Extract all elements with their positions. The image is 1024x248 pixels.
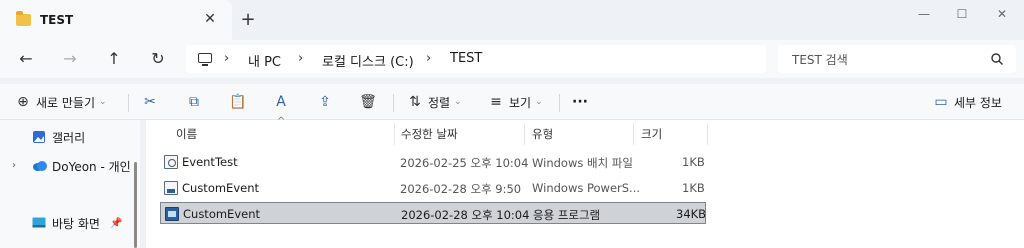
cloud-icon	[33, 161, 47, 171]
expand-chevron-icon[interactable]: ›	[12, 160, 16, 171]
sidebar-item-desktop[interactable]: 바탕 화면 📌	[32, 212, 122, 234]
new-tab-button[interactable]: +	[238, 10, 258, 30]
file-date: 2026-02-25 오후 10:04	[400, 156, 529, 170]
up-button[interactable]: ↑	[102, 48, 126, 70]
new-label: 새로 만들기	[36, 95, 96, 110]
search-icon[interactable]	[990, 52, 1004, 66]
navigation-scrollbar[interactable]	[134, 162, 137, 248]
rename-icon: A	[276, 94, 286, 110]
column-divider[interactable]	[633, 123, 634, 145]
view-label: 보기	[509, 95, 532, 110]
breadcrumb-my-pc[interactable]: 내 PC	[248, 51, 281, 70]
share-button[interactable]: ⇪	[316, 91, 334, 113]
navigation-pane: 갤러리 › DoYeon - 개인 바탕 화면 📌	[0, 120, 140, 248]
sort-icon: ⇅	[409, 94, 421, 110]
sort-button[interactable]: ⇅ 정렬 ⌄	[406, 91, 462, 113]
sidebar-item-label: 바탕 화면	[52, 216, 100, 231]
powershell-file-icon	[164, 181, 178, 195]
copy-icon: ⧉	[189, 94, 199, 110]
sidebar-item-label: 갤러리	[52, 130, 86, 145]
search-placeholder: TEST 검색	[792, 53, 848, 67]
file-name: CustomEvent	[183, 207, 261, 221]
file-size: 34KB	[676, 207, 707, 221]
folder-icon	[16, 11, 31, 26]
new-button[interactable]: ⊕ 새로 만들기 ⌄	[14, 91, 107, 113]
more-button[interactable]: ···	[572, 91, 588, 113]
gallery-icon	[33, 131, 45, 143]
minimize-button[interactable]: —	[904, 0, 944, 28]
details-pane-icon: ▭	[934, 94, 948, 110]
file-date: 2026-02-28 오후 10:04	[401, 208, 530, 222]
sidebar-item-label: DoYeon - 개인	[52, 159, 131, 174]
file-type: 응용 프로그램	[533, 208, 601, 222]
refresh-button[interactable]: ↻	[146, 48, 170, 70]
details-button[interactable]: ▭ 세부 정보	[932, 91, 1002, 113]
plus-circle-icon: ⊕	[17, 94, 29, 110]
view-button[interactable]: ≡ 보기 ⌄	[487, 91, 543, 113]
file-size: 1KB	[682, 155, 705, 169]
table-row[interactable]: CustomEvent 2026-02-28 오후 9:50 Windows P…	[160, 177, 706, 199]
table-row[interactable]: EventTest 2026-02-25 오후 10:04 Windows 배치…	[160, 151, 706, 173]
breadcrumb-separator[interactable]: ›	[426, 51, 431, 66]
column-header-name[interactable]: 이름	[176, 126, 197, 142]
sort-label: 정렬	[428, 95, 451, 110]
desktop-icon	[32, 217, 46, 228]
batch-file-icon	[164, 155, 178, 169]
copy-button[interactable]: ⧉	[185, 91, 203, 113]
column-divider[interactable]	[707, 123, 708, 145]
table-row-selected[interactable]: CustomEvent 2026-02-28 오후 10:04 응용 프로그램 …	[160, 202, 706, 224]
address-bar[interactable]: › 내 PC › 로컬 디스크 (C:) › TEST	[186, 45, 766, 73]
search-input[interactable]: TEST 검색	[778, 45, 1016, 73]
divider	[559, 94, 560, 112]
tab-close-button[interactable]: ✕	[201, 10, 219, 28]
breadcrumb-separator[interactable]: ›	[224, 51, 229, 66]
sidebar-item-onedrive[interactable]: DoYeon - 개인	[32, 155, 131, 177]
close-button[interactable]: ✕	[982, 0, 1022, 28]
command-bar: ⊕ 새로 만들기 ⌄ ✂ ⧉ 📋 A ⇪ 🗑 ⇅ 정렬 ⌄ ≡ 보기 ⌄ ···…	[0, 84, 1024, 120]
chevron-down-icon: ⌄	[535, 97, 543, 107]
breadcrumb-test[interactable]: TEST	[450, 51, 482, 66]
tab-test[interactable]: TEST ✕	[0, 0, 232, 40]
file-type: Windows 배치 파일	[532, 156, 633, 170]
divider	[128, 94, 129, 112]
computer-icon	[198, 53, 212, 66]
column-header-size[interactable]: 크기	[641, 126, 662, 142]
file-type: Windows PowerS...	[532, 181, 641, 195]
scissors-icon: ✂	[144, 94, 156, 110]
details-label: 세부 정보	[954, 95, 1002, 110]
share-icon: ⇪	[319, 94, 331, 110]
navigation-row: ← → ↑ ↻ › 내 PC › 로컬 디스크 (C:) › TEST TEST…	[0, 40, 1024, 78]
column-divider[interactable]	[394, 123, 395, 145]
column-divider[interactable]	[524, 123, 525, 145]
pin-icon[interactable]: 📌	[110, 218, 122, 229]
back-button[interactable]: ←	[14, 48, 38, 70]
delete-button[interactable]: 🗑	[359, 91, 377, 113]
more-icon: ···	[572, 94, 588, 110]
title-bar: TEST ✕ + — ☐ ✕	[0, 0, 1024, 40]
divider	[393, 94, 394, 112]
column-header-type[interactable]: 유형	[532, 126, 553, 142]
file-list: ^ 이름 수정한 날짜 유형 크기 EventTest 2026-02-25 오…	[146, 116, 1024, 248]
trash-icon: 🗑	[359, 94, 377, 110]
file-size: 1KB	[682, 181, 705, 195]
maximize-button[interactable]: ☐	[942, 0, 982, 28]
column-header-date[interactable]: 수정한 날짜	[401, 126, 458, 142]
file-name: CustomEvent	[182, 181, 260, 195]
application-file-icon	[165, 207, 179, 221]
sort-ascending-icon: ^	[277, 116, 286, 127]
forward-button[interactable]: →	[58, 48, 82, 70]
paste-icon: 📋	[229, 94, 247, 110]
sidebar-item-gallery[interactable]: 갤러리	[32, 126, 85, 148]
paste-button[interactable]: 📋	[229, 91, 247, 113]
rename-button[interactable]: A	[272, 91, 290, 113]
cut-button[interactable]: ✂	[141, 91, 159, 113]
chevron-down-icon: ⌄	[99, 97, 107, 107]
tab-title: TEST	[40, 13, 74, 27]
breadcrumb-local-disk[interactable]: 로컬 디스크 (C:)	[322, 51, 414, 70]
file-name: EventTest	[182, 155, 238, 169]
file-date: 2026-02-28 오후 9:50	[400, 182, 522, 196]
chevron-down-icon: ⌄	[454, 97, 462, 107]
view-icon: ≡	[490, 94, 502, 110]
breadcrumb-separator[interactable]: ›	[298, 51, 303, 66]
